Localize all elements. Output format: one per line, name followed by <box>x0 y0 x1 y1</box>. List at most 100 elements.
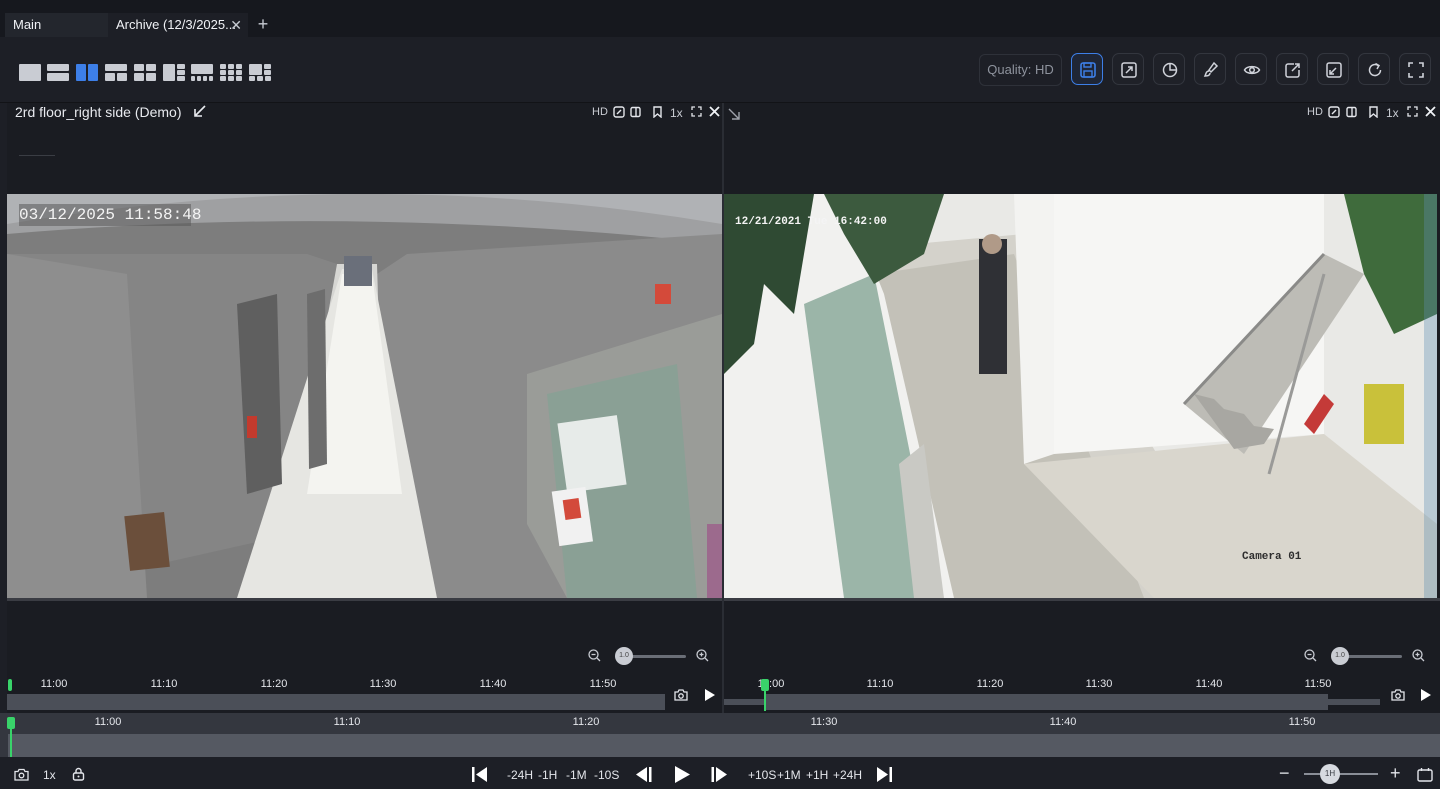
zoom-in-icon[interactable] <box>1412 649 1425 662</box>
main-timeline-playhead-handle[interactable] <box>7 717 15 729</box>
bookmark-icon[interactable] <box>1368 106 1379 121</box>
timeline-tick: 11:50 <box>1288 716 1316 728</box>
snapshot-icon[interactable] <box>1328 106 1340 121</box>
layout-1-plus-2-button[interactable] <box>105 64 127 81</box>
skip-to-end-icon[interactable] <box>876 766 893 783</box>
seek-forward-1m[interactable]: +1M <box>777 768 801 782</box>
video-feed-stairwell[interactable]: 12/21/2021 Tue 16:42:00 Camera 01 <box>724 194 1437 598</box>
zoom-out-icon[interactable] <box>1304 649 1317 662</box>
pane-timeline-bar-end[interactable] <box>1328 699 1380 705</box>
play-icon[interactable] <box>1420 688 1432 702</box>
tab-archive[interactable]: Archive (12/3/2025... ✕ <box>108 13 248 37</box>
tab-main[interactable]: Main <box>5 13 108 37</box>
quality-badge[interactable]: HD <box>1307 106 1323 118</box>
pane-timeline-bar[interactable] <box>764 694 1328 710</box>
mirror-icon[interactable] <box>1346 106 1358 121</box>
timeline-zoom-out-button[interactable]: − <box>1279 763 1290 784</box>
timeline-tick: 11:50 <box>589 678 617 690</box>
save-icon <box>1080 62 1096 78</box>
step-back-icon[interactable] <box>634 766 653 783</box>
collapse-arrow-icon[interactable] <box>193 104 207 118</box>
camera-name: 2rd floor_right side (Demo) <box>15 104 182 120</box>
main-timeline-bar[interactable] <box>8 734 1440 757</box>
quality-badge[interactable]: HD <box>592 106 608 118</box>
expand-arrow-icon[interactable] <box>728 108 740 120</box>
pane-timeline-actions <box>1383 683 1440 712</box>
timeline-tick: 11:20 <box>260 678 288 690</box>
analytics-button[interactable] <box>1153 53 1185 85</box>
timeline-tick: 11:30 <box>810 716 838 728</box>
layout-1-plus-5-button[interactable] <box>249 64 271 81</box>
snapshot-icon[interactable] <box>613 106 625 121</box>
refresh-icon <box>1368 62 1382 77</box>
lock-icon[interactable] <box>72 767 85 781</box>
calendar-icon[interactable] <box>1417 767 1433 782</box>
resize-button[interactable] <box>1317 53 1349 85</box>
share-button[interactable] <box>1276 53 1308 85</box>
layout-1x1-button[interactable] <box>19 64 41 81</box>
pane-timeline-bar[interactable] <box>7 694 665 710</box>
resize-icon <box>1326 62 1342 78</box>
bookmark-icon[interactable] <box>652 106 663 121</box>
quality-selector[interactable]: Quality: HD <box>979 54 1062 86</box>
camera-icon[interactable] <box>674 689 688 701</box>
main-timeline[interactable]: 11:00 11:10 11:20 11:30 11:40 11:50 <box>0 713 1440 757</box>
seek-forward-10s[interactable]: +10S <box>748 768 776 782</box>
tab-bar: Main Archive (12/3/2025... ✕ + <box>0 0 1440 37</box>
zoom-slider-knob[interactable]: 1.0 <box>1331 647 1349 665</box>
seek-forward-24h[interactable]: +24H <box>833 768 862 782</box>
seek-back-10s[interactable]: -10S <box>594 768 619 782</box>
step-forward-icon[interactable] <box>710 766 729 783</box>
playback-speed[interactable]: 1x <box>43 768 56 782</box>
fullscreen-button[interactable] <box>1399 53 1431 85</box>
timeline-tick: 11:40 <box>1049 716 1077 728</box>
expand-icon[interactable] <box>1407 106 1418 120</box>
timeline-zoom-in-button[interactable]: + <box>1390 763 1401 784</box>
timeline-playhead[interactable] <box>8 679 12 691</box>
video-feed-corridor[interactable]: 03/12/2025 11:58:48 <box>7 194 722 598</box>
save-button[interactable] <box>1071 53 1103 85</box>
timeline-tick: 11:50 <box>1304 678 1332 690</box>
seek-back-24h[interactable]: -24H <box>507 768 533 782</box>
layout-3x3-button[interactable] <box>220 64 242 81</box>
layout-2-rows-button[interactable] <box>47 64 69 81</box>
tab-archive-label: Archive (12/3/2025... <box>116 17 236 32</box>
close-icon[interactable] <box>709 106 720 120</box>
seek-forward-1h[interactable]: +1H <box>806 768 828 782</box>
refresh-button[interactable] <box>1358 53 1390 85</box>
playback-speed[interactable]: 1x <box>1386 106 1399 120</box>
pane-timeline-bar-start[interactable] <box>724 699 764 705</box>
seek-back-1h[interactable]: -1H <box>538 768 557 782</box>
close-icon[interactable] <box>1425 106 1436 120</box>
layout-1-plus-4-button[interactable] <box>191 64 213 81</box>
brush-button[interactable] <box>1194 53 1226 85</box>
add-tab-button[interactable]: + <box>254 13 272 37</box>
mirror-icon[interactable] <box>630 106 642 121</box>
layout-2x2-button[interactable] <box>134 64 156 81</box>
timeline-scale-knob[interactable]: 1H <box>1320 764 1340 784</box>
camera-icon[interactable] <box>1391 689 1405 701</box>
timeline-tick: 11:40 <box>1195 678 1223 690</box>
camera-icon[interactable] <box>14 768 29 781</box>
external-link-icon <box>1121 62 1137 78</box>
zoom-out-icon[interactable] <box>588 649 601 662</box>
timeline-scale-track[interactable] <box>1304 773 1378 775</box>
tab-main-label: Main <box>13 17 42 32</box>
timeline-playhead-handle[interactable] <box>761 679 769 691</box>
camera-title: 2rd floor_right side (Demo) <box>15 104 207 120</box>
open-external-button[interactable] <box>1112 53 1144 85</box>
fullscreen-icon <box>1408 62 1424 78</box>
play-icon[interactable] <box>673 765 691 784</box>
expand-icon[interactable] <box>691 106 702 120</box>
zoom-slider-knob[interactable]: 1.0 <box>615 647 633 665</box>
seek-back-1m[interactable]: -1M <box>566 768 587 782</box>
view-button[interactable] <box>1235 53 1267 85</box>
skip-to-start-icon[interactable] <box>471 766 488 783</box>
zoom-in-icon[interactable] <box>696 649 709 662</box>
timeline-tick: 11:10 <box>150 678 178 690</box>
playback-speed[interactable]: 1x <box>670 106 683 120</box>
layout-1-plus-3-button[interactable] <box>163 64 185 81</box>
close-tab-icon[interactable]: ✕ <box>230 13 242 37</box>
play-icon[interactable] <box>704 688 716 702</box>
layout-2-columns-button[interactable] <box>76 64 98 81</box>
